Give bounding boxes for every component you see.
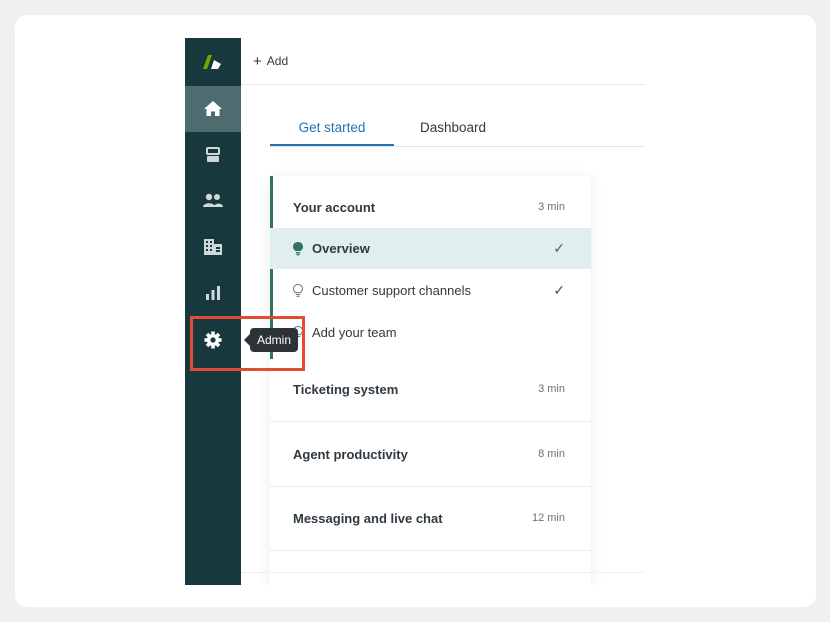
organizations-icon bbox=[204, 239, 222, 255]
tab-dashboard[interactable]: Dashboard bbox=[394, 110, 512, 144]
section-ticketing-system[interactable]: Ticketing system 3 min bbox=[270, 366, 591, 412]
highlight-box bbox=[190, 316, 305, 371]
customers-icon bbox=[203, 193, 223, 207]
tickets-icon bbox=[206, 147, 220, 162]
add-button[interactable]: Add bbox=[267, 54, 288, 68]
section-title: Your account bbox=[293, 199, 376, 215]
sidebar-item-organizations[interactable] bbox=[185, 224, 241, 270]
tab-get-started[interactable]: Get started bbox=[270, 110, 394, 146]
divider bbox=[270, 421, 591, 422]
tab-bar: Get started Dashboard bbox=[270, 110, 645, 147]
lightbulb-outline-icon bbox=[292, 283, 304, 297]
lightbulb-icon bbox=[293, 242, 303, 256]
sidebar-item-reporting[interactable] bbox=[185, 270, 241, 316]
section-duration: 3 min bbox=[538, 201, 565, 213]
divider bbox=[270, 550, 591, 551]
section-title: Ticketing system bbox=[293, 381, 399, 397]
zendesk-logo[interactable] bbox=[185, 38, 241, 86]
checkmark-icon: ✓ bbox=[553, 281, 565, 298]
home-icon bbox=[204, 101, 222, 116]
checklist-item-add-your-team[interactable]: Add your team bbox=[270, 311, 591, 353]
checklist-item-label: Add your team bbox=[312, 324, 397, 340]
checklist-item-label: Overview bbox=[312, 241, 370, 256]
top-bar: + Add bbox=[241, 38, 645, 85]
section-messaging-and-live-chat[interactable]: Messaging and live chat 12 min bbox=[270, 495, 591, 541]
section-title: Messaging and live chat bbox=[293, 510, 443, 526]
checklist-item-overview[interactable]: Overview ✓ bbox=[270, 228, 591, 269]
setup-checklist-panel: Your account 3 min Overview ✓ Customer s… bbox=[270, 176, 591, 585]
checklist-item-customer-support-channels[interactable]: Customer support channels ✓ bbox=[270, 269, 591, 311]
section-title: Agent productivity bbox=[293, 446, 408, 462]
section-duration: 8 min bbox=[538, 448, 565, 460]
section-your-account[interactable]: Your account 3 min bbox=[270, 186, 591, 228]
plus-icon: + bbox=[253, 52, 262, 70]
section-duration: 12 min bbox=[531, 512, 565, 524]
section-duration: 3 min bbox=[538, 383, 565, 395]
checklist-item-label: Customer support channels bbox=[312, 282, 471, 298]
bottom-divider bbox=[241, 572, 645, 573]
sidebar-item-views[interactable] bbox=[185, 132, 241, 178]
sidebar-nav bbox=[185, 38, 241, 585]
divider bbox=[270, 486, 591, 487]
reporting-icon bbox=[206, 286, 220, 300]
sidebar-item-customers[interactable] bbox=[185, 178, 241, 224]
app-window: + Add Get started Dashboard Your account… bbox=[185, 38, 645, 585]
section-agent-productivity[interactable]: Agent productivity 8 min bbox=[270, 431, 591, 477]
checkmark-icon: ✓ bbox=[553, 240, 565, 256]
sidebar-item-home[interactable] bbox=[185, 86, 241, 132]
